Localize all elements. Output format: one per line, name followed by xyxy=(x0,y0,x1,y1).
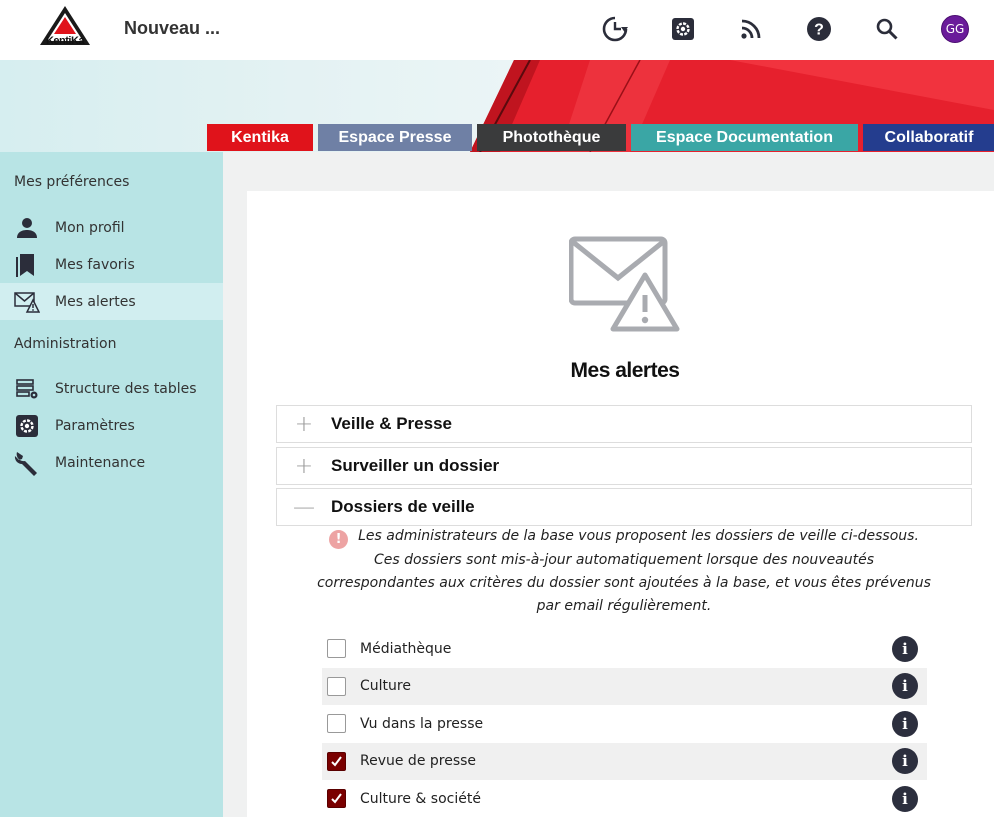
check-icon xyxy=(331,793,342,804)
administration-heading: Administration xyxy=(14,336,117,352)
sidebar-item-mes-alertes[interactable]: Mes alertes xyxy=(0,283,223,320)
tab-phototheque[interactable]: Photothèque xyxy=(477,124,626,151)
svg-text:?: ? xyxy=(814,22,824,39)
sidebar-item-structure-des-tables[interactable]: Structure des tables xyxy=(0,370,223,407)
sidebar-item-label: Structure des tables xyxy=(55,380,197,397)
table-structure-icon xyxy=(14,376,40,402)
main-content: Mes alertes + Veille & Presse + Surveill… xyxy=(223,152,994,817)
sidebar-item-label: Mes favoris xyxy=(55,256,135,273)
notice-text: Les administrateurs de la base vous prop… xyxy=(317,528,931,614)
app-title[interactable]: Nouveau ... xyxy=(124,18,220,39)
help-icon[interactable]: ? xyxy=(802,12,836,46)
sidebar-item-label: Mon profil xyxy=(55,219,125,236)
accordion-surveiller-un-dossier[interactable]: + Surveiller un dossier xyxy=(276,447,972,485)
user-avatar-button[interactable]: GG xyxy=(938,12,972,46)
info-icon[interactable]: i xyxy=(892,673,918,700)
folder-checkbox[interactable] xyxy=(327,751,346,771)
tab-collaboratif[interactable]: Collaboratif xyxy=(863,124,994,151)
history-icon[interactable] xyxy=(598,12,632,46)
list-item: Médiathèque i xyxy=(322,630,927,668)
wrench-icon xyxy=(14,450,40,476)
bookmarks-icon xyxy=(14,252,40,278)
sidebar-item-mes-favoris[interactable]: Mes favoris xyxy=(0,246,223,283)
accordion-dossiers-de-veille[interactable]: — Dossiers de veille xyxy=(276,488,972,526)
collapse-icon: — xyxy=(293,494,315,520)
sidebar: Mes préférences Mon profil Mes favoris M… xyxy=(0,152,223,817)
tab-espace-presse[interactable]: Espace Presse xyxy=(318,124,472,151)
mail-alert-icon xyxy=(14,289,40,315)
top-bar: KentiKa Nouveau ... ? GG xyxy=(0,0,994,60)
settings-icon[interactable] xyxy=(666,12,700,46)
folder-label: Culture & société xyxy=(360,790,481,807)
avatar: GG xyxy=(941,15,969,43)
search-icon[interactable] xyxy=(870,12,904,46)
folder-list: Médiathèque i Culture i Vu dans la press… xyxy=(322,630,927,817)
rss-icon[interactable] xyxy=(734,12,768,46)
mail-alert-icon xyxy=(569,236,680,332)
folder-checkbox[interactable] xyxy=(327,676,346,696)
folder-checkbox[interactable] xyxy=(327,714,346,734)
list-item: Revue de presse i xyxy=(322,742,927,780)
list-item: Culture i xyxy=(322,667,927,705)
accordion-title: Surveiller un dossier xyxy=(331,456,500,475)
alerts-card: Mes alertes + Veille & Presse + Surveill… xyxy=(247,191,994,817)
sidebar-item-mon-profil[interactable]: Mon profil xyxy=(0,209,223,246)
folder-label: Médiathèque xyxy=(360,640,452,657)
notice-info-icon: ! xyxy=(329,530,349,549)
folder-label: Culture xyxy=(360,678,411,695)
info-icon[interactable]: i xyxy=(892,785,918,812)
expand-icon: + xyxy=(294,411,314,437)
sidebar-item-label: Paramètres xyxy=(55,417,135,434)
accordion-title: Dossiers de veille xyxy=(331,497,475,516)
sidebar-item-maintenance[interactable]: Maintenance xyxy=(0,444,223,481)
space-tabs: Kentika Espace Presse Photothèque Espace… xyxy=(207,124,994,151)
folder-checkbox[interactable] xyxy=(327,789,346,809)
info-notice: ! Les administrateurs de la base vous pro… xyxy=(276,525,972,618)
check-icon xyxy=(331,756,342,767)
tab-espace-documentation[interactable]: Espace Documentation xyxy=(631,124,858,151)
preferences-heading: Mes préférences xyxy=(14,174,130,190)
user-icon xyxy=(14,215,40,241)
expand-icon: + xyxy=(294,453,314,479)
tab-kentika[interactable]: Kentika xyxy=(207,124,313,151)
header-toolbar: ? GG xyxy=(564,12,972,46)
folder-label: Vu dans la presse xyxy=(360,715,484,732)
page-title: Mes alertes xyxy=(570,359,680,382)
kentika-logo[interactable]: KentiKa xyxy=(38,5,92,47)
sidebar-item-label: Mes alertes xyxy=(55,293,136,310)
sidebar-item-label: Maintenance xyxy=(55,454,146,471)
folder-checkbox[interactable] xyxy=(327,639,346,659)
list-item: Culture & société i xyxy=(322,780,927,817)
accordion-veille-presse[interactable]: + Veille & Presse xyxy=(276,405,972,443)
list-item: Vu dans la presse i xyxy=(322,705,927,743)
sidebar-item-parametres[interactable]: Paramètres xyxy=(0,407,223,444)
info-icon[interactable]: i xyxy=(892,748,918,775)
logo-text: KentiKa xyxy=(45,35,85,47)
info-icon[interactable]: i xyxy=(892,635,918,662)
settings-icon xyxy=(14,413,40,439)
folder-label: Revue de presse xyxy=(360,753,477,770)
accordion-title: Veille & Presse xyxy=(331,414,452,433)
info-icon[interactable]: i xyxy=(892,710,918,737)
